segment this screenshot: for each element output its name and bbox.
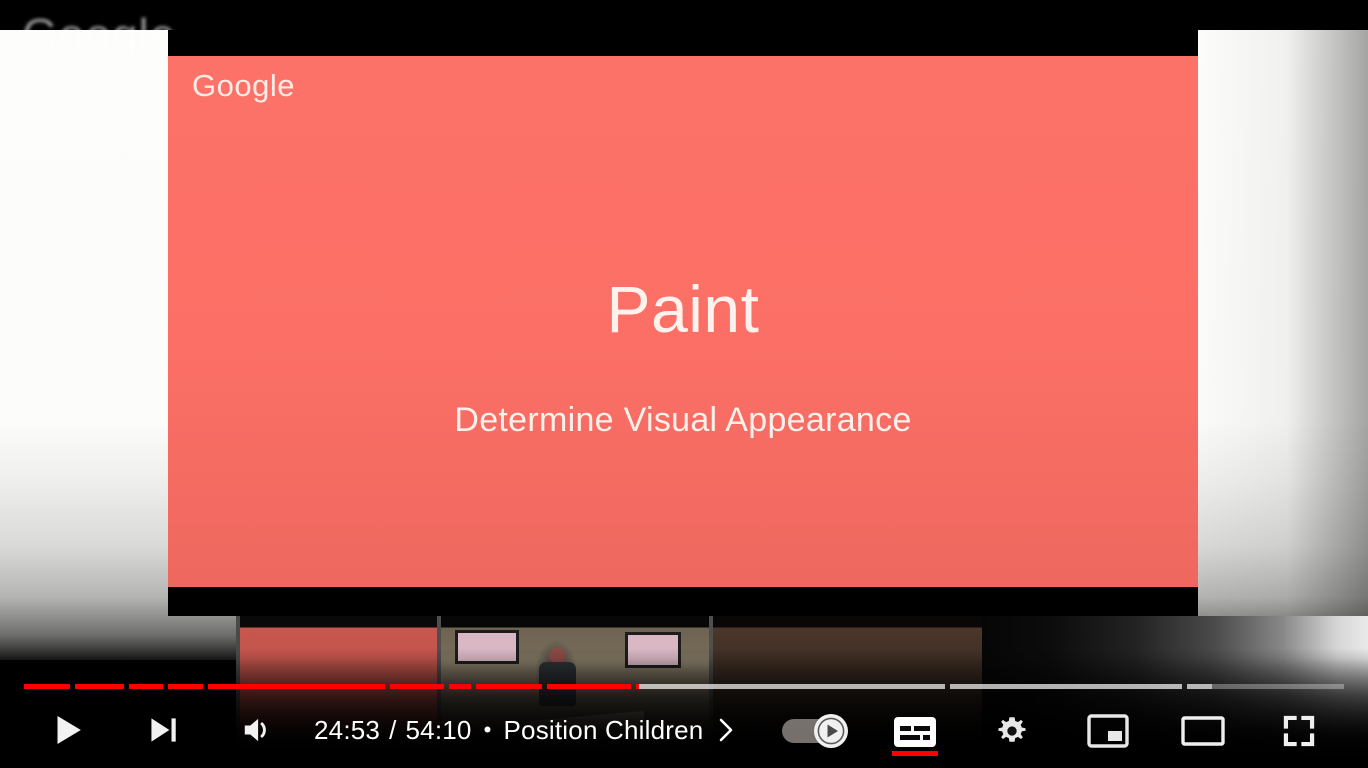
control-button-row[interactable]: 24:53 / 54:10 • Position Children: [0, 692, 1368, 768]
player-controls[interactable]: 24:53 / 54:10 • Position Children: [0, 658, 1368, 768]
ambient-right-fade: [1188, 30, 1368, 660]
chapter-played: [636, 684, 639, 689]
presentation-slide: Google Paint Determine Visual Appearance: [168, 56, 1198, 587]
chapter-buffered: [1187, 684, 1212, 689]
volume-button[interactable]: [228, 708, 286, 752]
chapter-chevron-icon[interactable]: [715, 715, 737, 745]
autoplay-knob: [814, 714, 848, 748]
picture-in-picture-icon: [1087, 714, 1129, 748]
next-video-button[interactable]: [133, 708, 191, 752]
chapter-played: [449, 684, 471, 689]
progress-chapter-segment[interactable]: [475, 684, 542, 689]
subtitles-active-indicator: [892, 751, 938, 756]
miniplayer-button[interactable]: [1077, 708, 1139, 754]
progress-chapter-segment[interactable]: [389, 684, 445, 689]
chapter-played: [389, 684, 445, 689]
slide-title: Paint: [606, 272, 760, 346]
chapter-played: [167, 684, 203, 689]
progress-chapter-segment[interactable]: [167, 684, 203, 689]
current-time: 24:53: [314, 714, 381, 745]
chapter-played: [207, 684, 385, 689]
chapter-title[interactable]: Position Children: [504, 715, 704, 746]
fullscreen-icon: [1283, 715, 1315, 747]
slide-google-logo: Google: [192, 68, 295, 103]
theater-mode-button[interactable]: [1172, 708, 1234, 754]
theater-icon: [1181, 716, 1225, 746]
subtitles-icon: [894, 717, 936, 747]
gear-icon: [998, 717, 1026, 742]
chapter-played: [24, 684, 70, 689]
time-separator: /: [389, 714, 397, 745]
ambient-google-watermark: Google: [22, 9, 177, 61]
progress-chapter-segment[interactable]: [24, 684, 70, 689]
volume-icon: [244, 718, 266, 742]
fullscreen-button[interactable]: [1268, 708, 1330, 754]
play-button[interactable]: [38, 708, 98, 752]
settings-button[interactable]: [981, 708, 1043, 754]
slide-subtitle: Determine Visual Appearance: [454, 401, 912, 439]
progress-chapter-segment[interactable]: [636, 684, 945, 689]
chapter-played: [475, 684, 542, 689]
chapter-played: [74, 684, 125, 689]
video-frame[interactable]: Google Paint Determine Visual Appearance: [168, 30, 1198, 616]
chapter-buffered: [949, 684, 1183, 689]
chapter-played: [546, 684, 632, 689]
progress-chapter-segment[interactable]: [74, 684, 125, 689]
time-and-chapter: 24:53 / 54:10 • Position Children: [314, 692, 737, 768]
progress-chapter-segment[interactable]: [949, 684, 1183, 689]
progress-chapter-segment[interactable]: [207, 684, 385, 689]
progress-chapter-segment[interactable]: [129, 684, 163, 689]
play-icon: [57, 716, 81, 744]
next-icon: [151, 718, 176, 742]
chapter-buffered: [636, 684, 945, 689]
progress-bar[interactable]: [24, 680, 1344, 692]
total-time: 54:10: [405, 714, 472, 745]
progress-chapter-segment[interactable]: [449, 684, 471, 689]
progress-chapter-segment[interactable]: [1187, 684, 1344, 689]
youtube-player[interactable]: Google Google Paint Determine Visual App…: [0, 0, 1368, 768]
autoplay-toggle[interactable]: [782, 714, 848, 748]
chapter-dot-separator: •: [483, 717, 492, 742]
subtitles-button[interactable]: [884, 706, 946, 758]
chapter-played: [129, 684, 163, 689]
autoplay-play-icon: [815, 715, 847, 747]
progress-chapter-segment[interactable]: [546, 684, 632, 689]
